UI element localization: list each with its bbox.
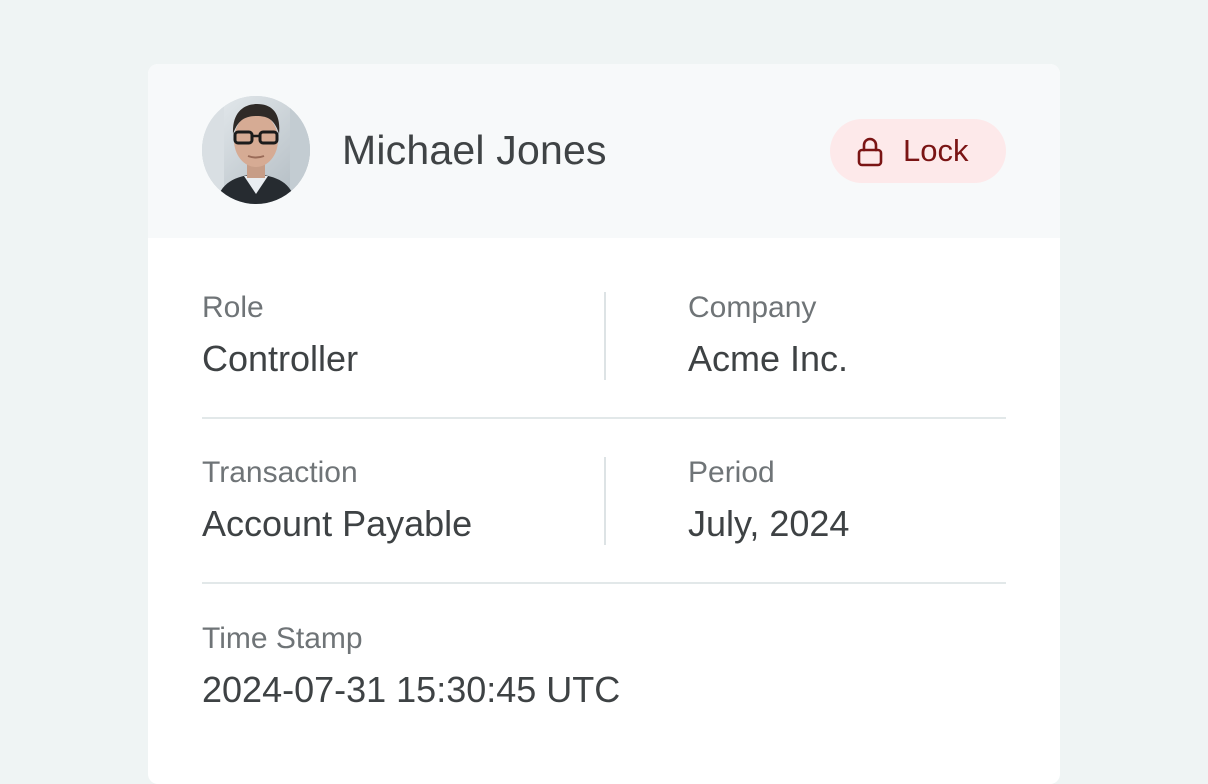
timestamp-value: 2024-07-31 15:30:45 UTC [202, 669, 621, 710]
row1-divider [604, 292, 606, 380]
company-label: Company [688, 291, 817, 324]
transaction-label: Transaction [202, 456, 358, 489]
lock-icon [857, 137, 883, 167]
card-header: Michael Jones Lock [148, 64, 1060, 238]
row2-divider [604, 457, 606, 545]
row-separator [202, 582, 1006, 584]
timestamp-label: Time Stamp [202, 622, 363, 655]
transaction-value: Account Payable [202, 503, 473, 544]
avatar [202, 96, 310, 204]
lock-button[interactable]: Lock [830, 119, 1006, 183]
user-name: Michael Jones [342, 127, 607, 173]
avatar-photo [202, 96, 310, 204]
role-label: Role [202, 291, 264, 324]
lock-button-label: Lock [903, 133, 969, 168]
role-value: Controller [202, 338, 359, 379]
company-value: Acme Inc. [688, 338, 849, 379]
row-separator [202, 417, 1006, 419]
user-detail-card: Michael Jones Lock Role Controller Compa… [148, 64, 1060, 784]
period-value: July, 2024 [688, 503, 850, 544]
period-label: Period [688, 456, 775, 489]
